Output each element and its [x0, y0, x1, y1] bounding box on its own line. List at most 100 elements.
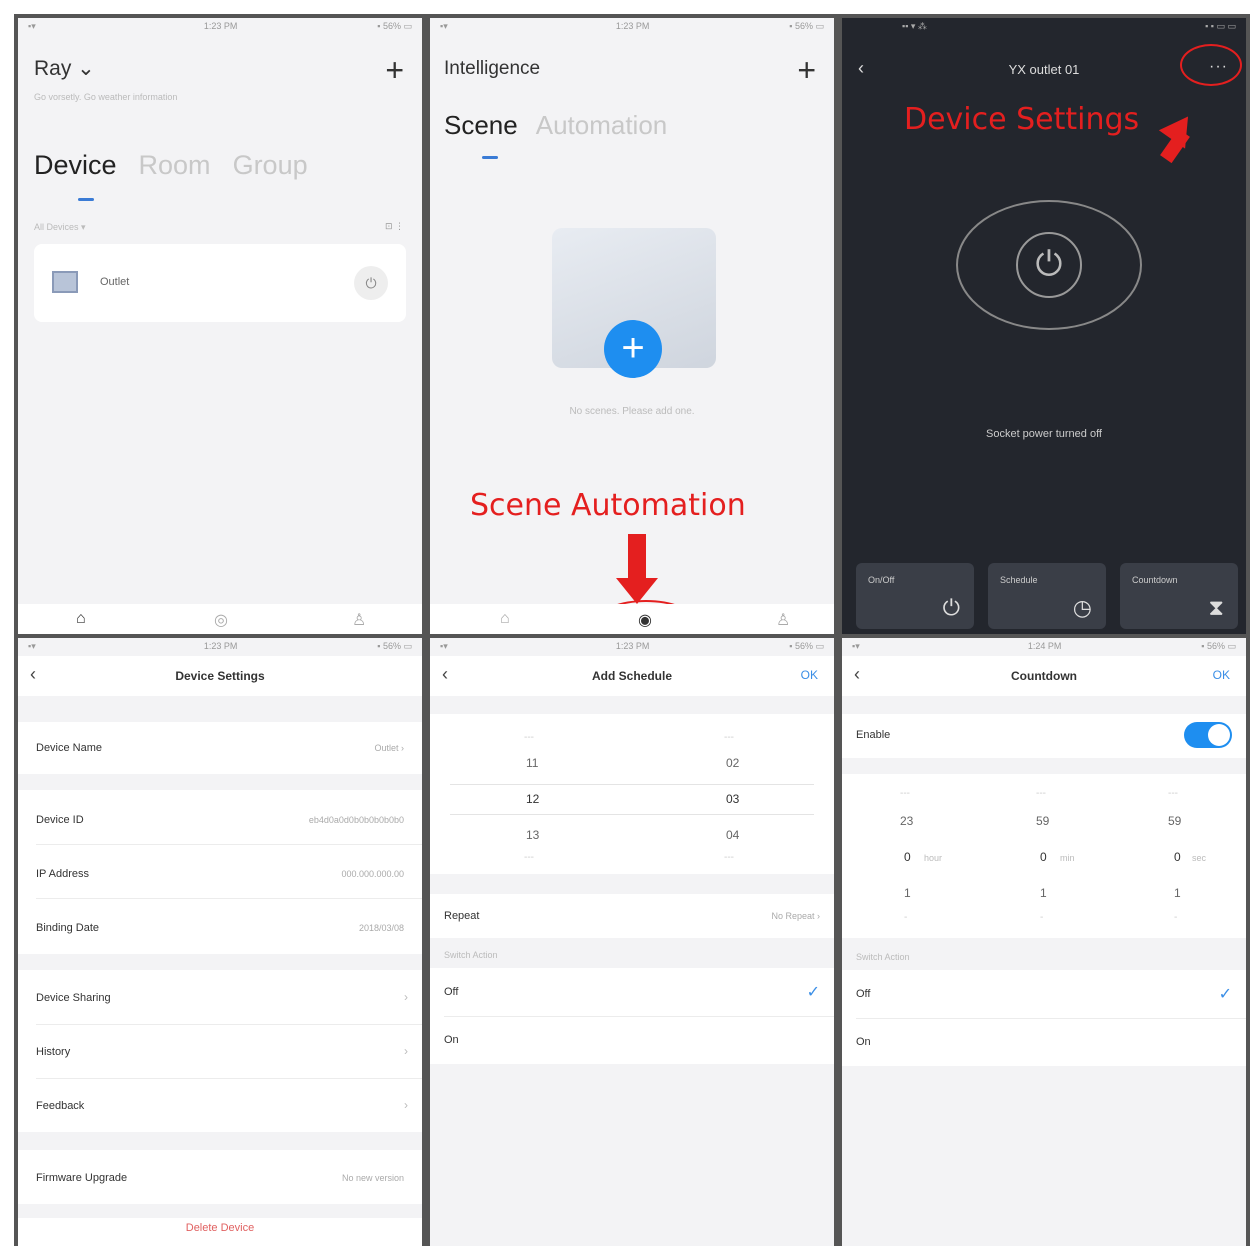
option-label: On — [856, 1036, 871, 1048]
row-device-sharing[interactable]: Device Sharing › — [18, 970, 422, 1024]
row-feedback[interactable]: Feedback › — [18, 1078, 422, 1132]
row-label: History — [36, 1046, 71, 1058]
option-on[interactable]: On — [430, 1016, 834, 1064]
second-selected: 0 — [1174, 850, 1181, 864]
ok-button[interactable]: OK — [801, 668, 818, 682]
intelligence-icon[interactable]: ◉ — [638, 610, 652, 630]
enable-row: Enable — [842, 714, 1246, 758]
minute-option: --- — [1036, 788, 1046, 799]
countdown-button[interactable]: Countdown ⧗ — [1120, 563, 1238, 629]
annotation-arrow — [628, 534, 646, 580]
page-title: Device Settings — [175, 669, 265, 683]
device-settings-screen: ▪▾ 1:23 PM ▪ 56% ▭ ‹ Device Settings Dev… — [18, 638, 422, 1246]
tab-automation[interactable]: Automation — [536, 110, 668, 141]
device-card[interactable]: Outlet ⏻ — [34, 244, 406, 322]
chevron-right-icon: › — [404, 990, 408, 1004]
option-off[interactable]: Off ✓ — [842, 970, 1246, 1018]
status-right: ▪ 56% ▭ — [377, 641, 412, 651]
active-tab-indicator — [78, 198, 94, 201]
enable-toggle[interactable] — [1184, 722, 1232, 748]
status-left: ▪▾ — [28, 21, 36, 31]
status-right: ▪ 56% ▭ — [789, 641, 824, 651]
page-title: Intelligence — [444, 58, 541, 79]
power-icon[interactable]: ⏻ — [1016, 232, 1082, 298]
minute-selected: 0 — [1040, 850, 1047, 864]
chevron-right-icon: › — [404, 1098, 408, 1112]
device-filter[interactable]: All Devices ▾ — [34, 222, 86, 233]
device-status-text: Socket power turned off — [986, 428, 1102, 440]
tab-group[interactable]: Group — [233, 150, 308, 181]
plus-icon[interactable]: + — [797, 54, 816, 86]
row-value: Outlet › — [374, 743, 404, 753]
home-screen: ▪▾ 1:23 PM ▪ 56% ▭ Ray ⌄ Go vorsetly. Go… — [18, 18, 422, 634]
row-history[interactable]: History › — [18, 1024, 422, 1078]
page-title: Add Schedule — [591, 669, 672, 683]
row-label: Feedback — [36, 1100, 85, 1112]
hour-option: --- — [900, 788, 910, 799]
annotation-label: Device Settings — [904, 102, 1140, 137]
device-name: Outlet — [100, 276, 130, 288]
remove-device-button[interactable]: Delete Device — [18, 1222, 422, 1234]
hour-option: --- — [524, 732, 534, 743]
tab-device[interactable]: Device — [34, 150, 117, 181]
annotation-ellipse — [1180, 44, 1242, 86]
view-options[interactable]: ⊡ ⋮ — [385, 221, 404, 232]
hourglass-icon: ⧗ — [1208, 595, 1224, 620]
checkmark-icon: ✓ — [1218, 986, 1232, 1003]
countdown-label: Countdown — [1132, 575, 1178, 585]
divider — [36, 898, 422, 899]
profile-icon[interactable]: ♙ — [352, 610, 366, 630]
row-label: Enable — [856, 729, 891, 741]
home-icon[interactable]: ⌂ — [76, 610, 86, 628]
second-option: --- — [1168, 788, 1178, 799]
hour-selected: 12 — [526, 792, 540, 806]
countdown-picker[interactable]: --- 23 0 hour 1 - --- 59 0 min 1 - --- 5… — [842, 774, 1246, 938]
hour-option: 1 — [904, 886, 911, 900]
countdown-screen: ▪▾ 1:24 PM ▪ 56% ▭ ‹ Countdown OK Enable… — [842, 638, 1246, 1246]
row-device-name[interactable]: Device Name Outlet › — [18, 722, 422, 774]
minute-option: 1 — [1040, 886, 1047, 900]
option-label: On — [444, 1034, 459, 1046]
nav-bar: ‹ Device Settings — [18, 656, 422, 696]
option-on[interactable]: On — [842, 1018, 1246, 1066]
repeat-row[interactable]: Repeat No Repeat › — [430, 894, 834, 938]
profile-icon[interactable]: ♙ — [776, 610, 790, 630]
plus-icon[interactable]: + — [385, 54, 404, 86]
second-option: 1 — [1174, 886, 1181, 900]
add-scene-button[interactable]: + — [604, 320, 662, 378]
second-option: - — [1174, 912, 1178, 923]
section-caption: Switch Action — [856, 952, 910, 962]
intelligence-icon[interactable]: ◎ — [214, 610, 228, 630]
minute-option: - — [1040, 912, 1044, 923]
add-schedule-screen: ▪▾ 1:23 PM ▪ 56% ▭ ‹ Add Schedule OK ---… — [430, 638, 834, 1246]
schedule-button[interactable]: Schedule ◷ — [988, 563, 1106, 629]
nav-bar: ‹ Countdown OK — [842, 656, 1246, 696]
row-label: Device ID — [36, 814, 84, 826]
tab-room[interactable]: Room — [139, 150, 211, 181]
empty-hint: No scenes. Please add one. — [569, 406, 695, 417]
minute-option: 04 — [726, 828, 740, 842]
home-icon[interactable]: ⌂ — [500, 610, 510, 628]
status-right: ▪ 56% ▭ — [377, 21, 412, 31]
device-actions-group: Device Sharing › History › Feedback › — [18, 970, 422, 1132]
status-right: ▪ 56% ▭ — [1201, 641, 1236, 651]
hour-selected: 0 — [904, 850, 911, 864]
intelligence-tabs: Scene Automation — [444, 110, 667, 141]
onoff-button[interactable]: On/Off ⏻ — [856, 563, 974, 629]
remove-device-row[interactable]: Delete Device — [18, 1218, 422, 1246]
checkmark-icon: ✓ — [806, 984, 820, 1001]
tab-scene[interactable]: Scene — [444, 110, 518, 141]
minute-option: --- — [724, 732, 734, 743]
home-title[interactable]: Ray ⌄ — [34, 56, 95, 81]
device-info-group: Device ID eb4d0a0d0b0b0b0b0b0 IP Address… — [18, 790, 422, 954]
onoff-label: On/Off — [868, 575, 895, 585]
time-picker[interactable]: --- 11 12 13 --- --- 02 03 04 --- — [430, 714, 834, 874]
page-title: Countdown — [1011, 669, 1077, 683]
option-label: Off — [444, 986, 459, 998]
status-left: ▪▾ — [440, 21, 448, 31]
option-off[interactable]: Off ✓ — [430, 968, 834, 1016]
power-ring: ⏻ — [956, 200, 1142, 330]
row-firmware-upgrade[interactable]: Firmware Upgrade No new version — [18, 1150, 422, 1204]
ok-button[interactable]: OK — [1213, 668, 1230, 682]
power-icon[interactable]: ⏻ — [354, 266, 388, 300]
